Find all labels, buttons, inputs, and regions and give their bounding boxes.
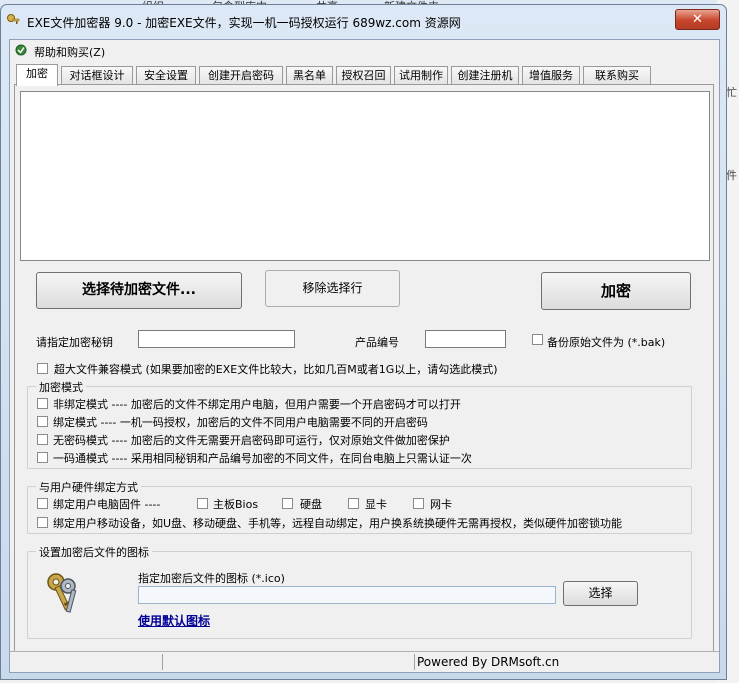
encrypt-button[interactable]: 加密 bbox=[541, 272, 691, 310]
icon-settings-group: 设置加密后文件的图标 指定加密后文件的图标 (*.ico) 选择 使用默认图标 bbox=[27, 544, 692, 639]
backup-checkbox[interactable] bbox=[532, 334, 543, 345]
tab-value-added[interactable]: 增值服务 bbox=[522, 66, 580, 84]
key-label: 请指定加密秘钥 bbox=[36, 336, 113, 349]
status-separator-1 bbox=[162, 654, 163, 670]
status-separator-2 bbox=[414, 654, 415, 670]
file-list[interactable] bbox=[20, 91, 710, 261]
bg-glyph-1: 忙 bbox=[726, 86, 737, 99]
tab-security-settings[interactable]: 安全设置 bbox=[136, 66, 196, 84]
tab-create-keygen[interactable]: 创建注册机 bbox=[451, 66, 519, 84]
keys-icon bbox=[47, 573, 77, 613]
tab-create-open-password[interactable]: 创建开启密码 bbox=[199, 66, 283, 84]
backup-label: 备份原始文件为 (*.bak) bbox=[547, 336, 666, 349]
bios-checkbox[interactable] bbox=[197, 498, 208, 509]
tab-license-recall[interactable]: 授权召回 bbox=[336, 66, 391, 84]
hardware-bind-group: 与用户硬件绑定方式 绑定用户电脑固件 ---- 主板Bios 硬盘 显卡 网卡 … bbox=[27, 479, 692, 534]
bg-glyph-2: 件 bbox=[726, 169, 737, 182]
bind-firmware-checkbox[interactable] bbox=[37, 498, 48, 509]
client-area: 帮助和购买(Z) 加密 对话框设计 安全设置 创建开启密码 黑名单 授权召回 试… bbox=[9, 39, 720, 673]
hardware-bind-title: 与用户硬件绑定方式 bbox=[36, 479, 141, 495]
app-window: EXE文件加密器 9.0 - 加密EXE文件，实现一机一码授权运行 689wz.… bbox=[0, 4, 727, 680]
gpu-label: 显卡 bbox=[365, 498, 387, 511]
bios-label: 主板Bios bbox=[213, 498, 259, 511]
choose-icon-button[interactable]: 选择 bbox=[563, 581, 638, 606]
mode-no-password-label: 无密码模式 ---- 加密后的文件无需要开启密码即可运行，仅对原始文件做加密保护 bbox=[53, 434, 450, 447]
close-button[interactable]: ✕ bbox=[675, 9, 720, 30]
nic-label: 网卡 bbox=[430, 498, 452, 511]
mode-one-code-label: 一码通模式 ---- 采用相同秘钥和产品编号加密的不同文件，在同台电脑上只需认证… bbox=[53, 452, 472, 465]
title-bar[interactable]: EXE文件加密器 9.0 - 加密EXE文件，实现一机一码授权运行 689wz.… bbox=[1, 5, 726, 35]
mobile-bind-checkbox[interactable] bbox=[37, 517, 48, 528]
mode-no-password-checkbox[interactable] bbox=[37, 434, 48, 445]
tab-dialog-design[interactable]: 对话框设计 bbox=[61, 66, 133, 84]
tab-trial-make[interactable]: 试用制作 bbox=[394, 66, 448, 84]
product-label: 产品编号 bbox=[355, 336, 399, 349]
icon-path-input[interactable] bbox=[138, 586, 556, 604]
tab-contact-purchase[interactable]: 联系购买 bbox=[583, 66, 651, 84]
status-powered-by: Powered By DRMsoft.cn bbox=[417, 655, 560, 669]
mobile-bind-label: 绑定用户移动设备，如U盘、移动硬盘、手机等，远程自动绑定，用户换系统换硬件无需再… bbox=[53, 517, 623, 530]
gpu-checkbox[interactable] bbox=[348, 498, 359, 509]
tab-blacklist[interactable]: 黑名单 bbox=[286, 66, 333, 84]
mode-one-code-checkbox[interactable] bbox=[37, 452, 48, 463]
large-file-checkbox[interactable] bbox=[37, 363, 48, 374]
menu-bar: 帮助和购买(Z) bbox=[10, 40, 719, 60]
window-title: EXE文件加密器 9.0 - 加密EXE文件，实现一机一码授权运行 689wz.… bbox=[27, 16, 461, 30]
mode-bound-label: 绑定模式 ---- 一机一码授权，加密后的文件不同用户电脑需要不同的开启密码 bbox=[53, 416, 428, 429]
help-menu-icon bbox=[15, 44, 27, 56]
disk-checkbox[interactable] bbox=[282, 498, 293, 509]
bind-firmware-label: 绑定用户电脑固件 ---- bbox=[53, 498, 161, 511]
encrypt-mode-title: 加密模式 bbox=[36, 379, 86, 395]
nic-checkbox[interactable] bbox=[413, 498, 424, 509]
tab-encrypt[interactable]: 加密 bbox=[16, 64, 58, 86]
status-bar: Powered By DRMsoft.cn bbox=[10, 651, 719, 672]
select-file-button[interactable]: 选择待加密文件... bbox=[36, 272, 242, 309]
encrypt-panel: 选择待加密文件... 移除选择行 加密 请指定加密秘钥 产品编号 备份原始文件为… bbox=[14, 84, 714, 668]
key-input[interactable] bbox=[138, 330, 295, 348]
menu-help-purchase[interactable]: 帮助和购买(Z) bbox=[34, 44, 105, 60]
disk-label: 硬盘 bbox=[300, 498, 322, 511]
encrypt-mode-group: 加密模式 非绑定模式 ---- 加密后的文件不绑定用户电脑，但用户需要一个开启密… bbox=[27, 379, 692, 469]
app-key-icon bbox=[7, 14, 20, 24]
remove-row-button[interactable]: 移除选择行 bbox=[265, 270, 400, 307]
default-icon-link[interactable]: 使用默认图标 bbox=[138, 612, 210, 629]
mode-unbound-checkbox[interactable] bbox=[37, 398, 48, 409]
mode-unbound-label: 非绑定模式 ---- 加密后的文件不绑定用户电脑，但用户需要一个开启密码才可以打… bbox=[53, 398, 461, 411]
large-file-label: 超大文件兼容模式 (如果要加密的EXE文件比较大，比如几百M或者1G以上，请勾选… bbox=[54, 363, 498, 376]
icon-prompt-label: 指定加密后文件的图标 (*.ico) bbox=[138, 572, 285, 585]
mode-bound-checkbox[interactable] bbox=[37, 416, 48, 427]
product-input[interactable] bbox=[425, 330, 506, 348]
icon-settings-title: 设置加密后文件的图标 bbox=[36, 544, 152, 560]
